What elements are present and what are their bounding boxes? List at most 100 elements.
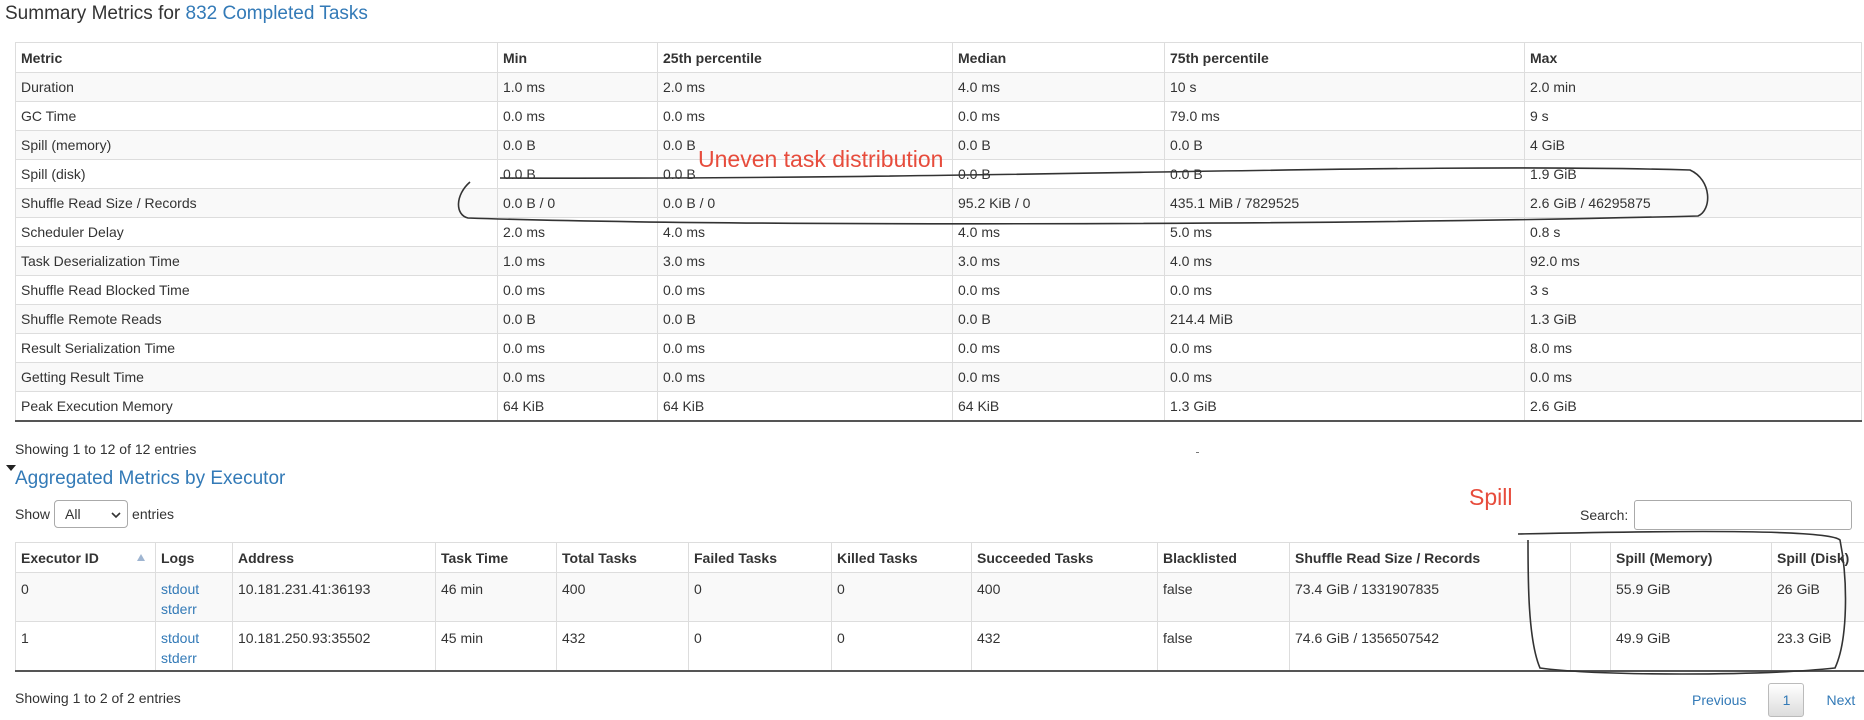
executor-cell-task-time: 45 min — [435, 621, 557, 672]
next-page-button[interactable]: Next — [1814, 686, 1864, 714]
summary-cell-p25: 4.0 ms — [657, 217, 953, 247]
col-min[interactable]: Min — [497, 42, 658, 73]
summary-cell-min: 0.0 B — [497, 130, 658, 160]
summary-cell-p75: 1.3 GiB — [1164, 391, 1525, 422]
summary-cell-metric: Peak Execution Memory — [15, 391, 498, 422]
executor-cell-failed: 0 — [688, 572, 832, 622]
executor-row: 1 stdout stderr 10.181.250.93:35502 45 min 43… — [15, 621, 1864, 672]
sort-asc-icon[interactable] — [137, 554, 145, 561]
col-p75[interactable]: 75th percentile — [1164, 42, 1525, 73]
executor-cell-extra — [1570, 572, 1611, 622]
page-title: Summary Metrics for 832 Completed Tasks — [5, 3, 368, 25]
summary-cell-metric: Task Deserialization Time — [15, 246, 498, 276]
summary-cell-median: 4.0 ms — [952, 72, 1165, 102]
summary-cell-median: 0.0 ms — [952, 333, 1165, 363]
summary-cell-metric: Shuffle Remote Reads — [15, 304, 498, 334]
col-shuffle-read[interactable]: Shuffle Read Size / Records — [1289, 542, 1571, 573]
executor-cell-spill-mem: 55.9 GiB — [1610, 572, 1772, 622]
search-input[interactable] — [1634, 500, 1853, 530]
executor-cell-killed: 0 — [831, 572, 972, 622]
col-spill-disk[interactable]: Spill (Disk) — [1771, 542, 1864, 573]
summary-cell-min: 0.0 B — [497, 159, 658, 189]
summary-cell-min: 2.0 ms — [497, 217, 658, 247]
summary-cell-max: 0.0 ms — [1524, 362, 1862, 392]
col-blacklisted[interactable]: Blacklisted — [1157, 542, 1290, 573]
summary-header-row: Metric Min 25th percentile Median 75th p… — [15, 42, 1862, 73]
log-link-stderr[interactable]: stderr — [161, 599, 227, 619]
entries-label: entries — [132, 506, 175, 522]
executor-cell-address: 10.181.250.93:35502 — [232, 621, 436, 672]
executor-cell-blacklisted: false — [1157, 621, 1290, 672]
uneven-distribution-annotation: Uneven task distribution — [698, 146, 944, 172]
col-succeeded-tasks[interactable]: Succeeded Tasks — [971, 542, 1158, 573]
summary-cell-p75: 5.0 ms — [1164, 217, 1525, 247]
executor-cell-shuffle: 73.4 GiB / 1331907835 — [1289, 572, 1571, 622]
col-failed-tasks[interactable]: Failed Tasks — [688, 542, 832, 573]
summary-row: Duration 1.0 ms 2.0 ms 4.0 ms 10 s 2.0 min — [15, 72, 1862, 102]
summary-cell-median: 0.0 B — [952, 130, 1165, 160]
executor-cell-total: 432 — [556, 621, 689, 672]
summary-entries-info: Showing 1 to 12 of 12 entries — [15, 441, 197, 457]
entries-select[interactable]: All — [54, 500, 129, 528]
summary-cell-min: 64 KiB — [497, 391, 658, 422]
col-median[interactable]: Median — [952, 42, 1165, 73]
summary-cell-metric: Shuffle Read Blocked Time — [15, 275, 498, 305]
summary-cell-p25: 2.0 ms — [657, 72, 953, 102]
summary-cell-p75: 0.0 ms — [1164, 362, 1525, 392]
log-link-stderr[interactable]: stderr — [161, 648, 227, 668]
show-label: Show — [15, 506, 51, 522]
summary-row: Getting Result Time 0.0 ms 0.0 ms 0.0 ms 0.0… — [15, 362, 1862, 392]
executor-cell-succeeded: 432 — [971, 621, 1158, 672]
col-total-tasks[interactable]: Total Tasks — [556, 542, 689, 573]
summary-row: Shuffle Read Size / Records 0.0 B / 0 0.0 … — [15, 188, 1862, 218]
executor-cell-extra — [1570, 621, 1611, 672]
executor-cell-killed: 0 — [831, 621, 972, 672]
executor-cell-spill-disk: 23.3 GiB — [1771, 621, 1864, 672]
summary-row: Peak Execution Memory 64 KiB 64 KiB 64 KiB 1… — [15, 391, 1862, 422]
summary-cell-p75: 0.0 B — [1164, 130, 1525, 160]
executor-cell-logs: stdout stderr — [155, 572, 233, 622]
col-executor-id[interactable]: Executor ID — [15, 542, 156, 573]
summary-cell-metric: Duration — [15, 72, 498, 102]
summary-cell-p75: 79.0 ms — [1164, 101, 1525, 131]
summary-cell-max: 2.6 GiB — [1524, 391, 1862, 422]
current-page-button[interactable]: 1 — [1768, 683, 1805, 717]
summary-cell-median: 0.0 ms — [952, 362, 1165, 392]
col-max[interactable]: Max — [1524, 42, 1862, 73]
col-blank[interactable] — [1570, 542, 1611, 573]
summary-cell-median: 4.0 ms — [952, 217, 1165, 247]
col-address[interactable]: Address — [232, 542, 436, 573]
summary-cell-median: 95.2 KiB / 0 — [952, 188, 1165, 218]
col-task-time[interactable]: Task Time — [435, 542, 557, 573]
executor-cell-logs: stdout stderr — [155, 621, 233, 672]
summary-cell-p75: 0.0 ms — [1164, 275, 1525, 305]
col-p25[interactable]: 25th percentile — [657, 42, 953, 73]
col-metric[interactable]: Metric — [15, 42, 498, 73]
summary-row: Shuffle Remote Reads 0.0 B 0.0 B 0.0 B 214.4… — [15, 304, 1862, 334]
summary-cell-max: 1.9 GiB — [1524, 159, 1862, 189]
summary-cell-max: 4 GiB — [1524, 130, 1862, 160]
col-logs[interactable]: Logs — [155, 542, 233, 573]
summary-cell-min: 1.0 ms — [497, 246, 658, 276]
summary-cell-p25: 0.0 B — [657, 304, 953, 334]
summary-row: Task Deserialization Time 1.0 ms 3.0 ms 3.0… — [15, 246, 1862, 276]
log-link-stdout[interactable]: stdout — [161, 579, 227, 599]
aggregated-metrics-title[interactable]: Aggregated Metrics by Executor — [15, 468, 285, 490]
executor-metrics-table: Executor ID Logs Address Task Time Total… — [15, 542, 1864, 672]
summary-cell-metric: GC Time — [15, 101, 498, 131]
summary-cell-p25: 0.0 B / 0 — [657, 188, 953, 218]
spill-annotation: Spill — [1469, 484, 1513, 510]
executor-cell-blacklisted: false — [1157, 572, 1290, 622]
summary-cell-metric: Scheduler Delay — [15, 217, 498, 247]
summary-cell-p25: 64 KiB — [657, 391, 953, 422]
summary-cell-metric: Spill (memory) — [15, 130, 498, 160]
col-spill-memory[interactable]: Spill (Memory) — [1610, 542, 1772, 573]
summary-cell-p75: 4.0 ms — [1164, 246, 1525, 276]
executor-cell-total: 400 — [556, 572, 689, 622]
previous-page-button[interactable]: Previous — [1680, 686, 1758, 714]
col-killed-tasks[interactable]: Killed Tasks — [831, 542, 972, 573]
completed-tasks-link[interactable]: 832 Completed Tasks — [186, 3, 368, 24]
search-control: Search: — [1580, 500, 1853, 530]
summary-cell-median: 0.0 B — [952, 304, 1165, 334]
log-link-stdout[interactable]: stdout — [161, 628, 227, 648]
